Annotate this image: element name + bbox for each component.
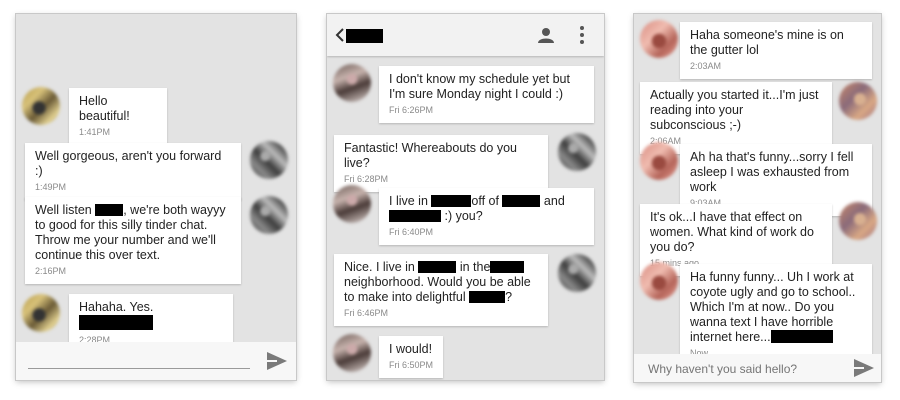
- redaction-bar: [431, 195, 472, 207]
- message-received: I live in off of and :) you? Fri 6:40PM: [379, 188, 594, 245]
- redaction-bar: [389, 210, 441, 222]
- match-avatar[interactable]: [640, 20, 678, 58]
- user-avatar[interactable]: [839, 82, 877, 120]
- redaction-bar: [490, 261, 525, 273]
- redaction-bar: [95, 204, 124, 216]
- chat-panel-3: Haha someone's mine is on the gutter lol…: [634, 14, 881, 382]
- match-avatar[interactable]: [22, 87, 60, 125]
- user-avatar[interactable]: [250, 196, 288, 234]
- user-avatar[interactable]: [250, 141, 288, 179]
- redaction-bar: [770, 330, 833, 343]
- message-received: Hello beautiful! 1:41PM: [69, 88, 167, 145]
- match-avatar[interactable]: [22, 294, 60, 332]
- user-avatar[interactable]: [558, 133, 596, 171]
- match-avatar[interactable]: [333, 64, 371, 102]
- redaction-bar: [79, 315, 153, 330]
- user-avatar[interactable]: [558, 254, 596, 292]
- compose-bar: [634, 354, 881, 382]
- message-text: It's ok...I have that effect on women. W…: [650, 210, 814, 254]
- message-bubble: Ha funny funny... Uh I work at coyote ug…: [680, 264, 872, 366]
- redaction-bar: [418, 261, 457, 273]
- message-time: 1:49PM: [35, 182, 67, 192]
- message-bubble: I don't know my schedule yet but I'm sur…: [379, 66, 594, 123]
- chat-panel-2: I don't know my schedule yet but I'm sur…: [327, 14, 604, 380]
- match-avatar[interactable]: [333, 334, 371, 372]
- message-text: Hello beautiful!: [79, 94, 130, 123]
- message-bubble: Haha someone's mine is on the gutter lol…: [680, 22, 872, 79]
- send-icon[interactable]: [854, 359, 874, 377]
- chat-header: [327, 14, 604, 56]
- message-time: Fri 6:50PM: [389, 360, 434, 370]
- message-text: Well listen: [35, 203, 96, 217]
- message-received: Haha someone's mine is on the gutter lol…: [680, 22, 872, 79]
- match-avatar[interactable]: [333, 185, 371, 223]
- message-text: ?: [505, 290, 513, 304]
- message-bubble: Well gorgeous, aren't you forward :) 1:4…: [25, 143, 241, 200]
- message-bubble: Fantastic! Whereabouts do you live? Fri …: [334, 135, 548, 192]
- message-received: I would! Fri 6:50PM: [379, 336, 443, 378]
- redaction-bar: [502, 195, 541, 207]
- redaction-bar: [469, 291, 506, 303]
- message-text: and: [543, 194, 565, 208]
- message-text: Fantastic! Whereabouts do you live?: [344, 141, 518, 170]
- chat-panel-1: Hello beautiful! 1:41PM Well gorgeous, a…: [16, 14, 296, 380]
- message-text: Nice. I live in: [344, 260, 419, 274]
- message-text: :) you?: [441, 209, 483, 223]
- message-text: Actually you started it...I'm just readi…: [650, 88, 819, 132]
- message-text: in the: [456, 260, 491, 274]
- message-received: I don't know my schedule yet but I'm sur…: [379, 66, 594, 123]
- compose-bar: [16, 342, 296, 380]
- message-sent: Fantastic! Whereabouts do you live? Fri …: [334, 135, 548, 192]
- chevron-left-icon[interactable]: [335, 28, 345, 42]
- message-time: Fri 6:40PM: [389, 227, 434, 237]
- match-avatar[interactable]: [640, 262, 678, 300]
- message-sent: Well listen , we're both wayyy to good f…: [25, 197, 241, 284]
- message-time: 2:03AM: [690, 61, 722, 71]
- message-text: I live in: [389, 194, 432, 208]
- message-text: Haha someone's mine is on the gutter lol: [690, 28, 844, 57]
- message-bubble: I would! Fri 6:50PM: [379, 336, 443, 378]
- more-vert-icon[interactable]: [580, 26, 584, 44]
- message-text: Hahaha. Yes.: [79, 300, 154, 314]
- message-sent: Nice. I live in in the neighborhood. Wou…: [334, 254, 548, 326]
- message-text: I would!: [389, 342, 433, 356]
- message-text: I don't know my schedule yet but I'm sur…: [389, 72, 570, 101]
- message-sent: Well gorgeous, aren't you forward :) 1:4…: [25, 143, 241, 200]
- message-time: Fri 6:26PM: [389, 105, 434, 115]
- message-bubble: Nice. I live in in the neighborhood. Wou…: [334, 254, 548, 326]
- message-time: 1:41PM: [79, 127, 111, 137]
- message-input[interactable]: [28, 368, 250, 369]
- message-bubble: Hello beautiful! 1:41PM: [69, 88, 167, 145]
- message-text: Ah ha that's funny...sorry I fell asleep…: [690, 150, 854, 194]
- message-time: Fri 6:46PM: [344, 308, 389, 318]
- message-bubble: Well listen , we're both wayyy to good f…: [25, 197, 241, 284]
- contact-name-redacted: [346, 29, 383, 43]
- message-input[interactable]: [648, 360, 838, 378]
- message-bubble: I live in off of and :) you? Fri 6:40PM: [379, 188, 594, 245]
- message-time: 2:16PM: [35, 266, 67, 276]
- match-avatar[interactable]: [640, 142, 678, 180]
- send-icon[interactable]: [267, 352, 287, 370]
- message-received: Ha funny funny... Uh I work at coyote ug…: [680, 264, 872, 366]
- message-text: Well gorgeous, aren't you forward :): [35, 149, 222, 178]
- user-avatar[interactable]: [839, 202, 877, 240]
- message-text: off of: [471, 194, 503, 208]
- person-icon[interactable]: [538, 27, 554, 43]
- message-time: Fri 6:28PM: [344, 174, 389, 184]
